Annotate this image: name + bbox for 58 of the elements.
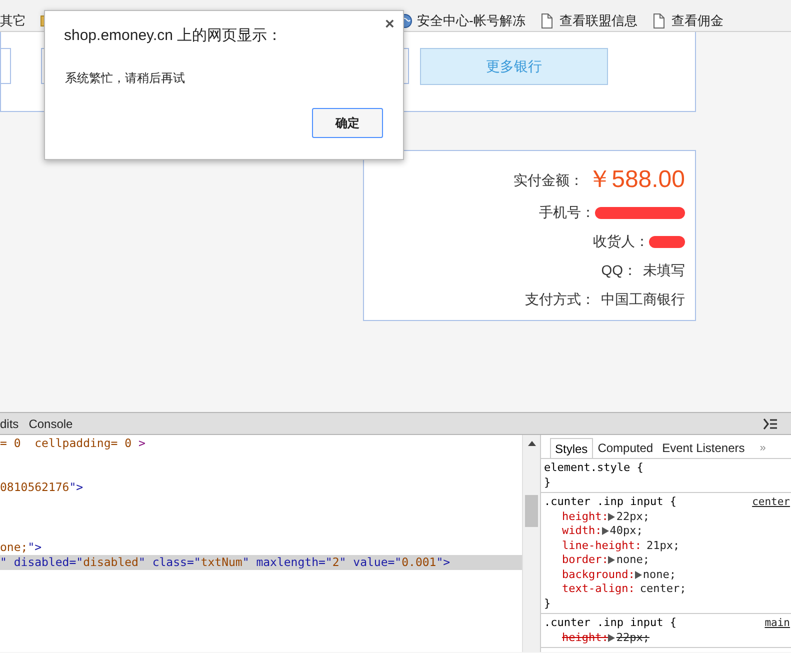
expand-arrow-icon[interactable] [608,556,616,564]
expand-arrow-icon[interactable] [608,634,616,642]
summary-label: 实付金额： [514,170,584,190]
css-property[interactable]: background: [562,568,635,582]
summary-label: 收货人： [593,232,649,251]
drawer-icon[interactable] [763,418,778,430]
bookmark-label[interactable]: 安全中心-帐号解冻 [417,10,526,30]
devtools-tab[interactable]: dits [0,414,21,432]
expand-arrow-icon[interactable] [608,512,616,521]
page-icon[interactable] [539,12,556,28]
css-property[interactable]: width: [562,524,602,538]
code-line[interactable]: one;"> [0,540,42,554]
css-value[interactable]: none; [616,553,650,568]
summary-value: 未填写 [643,261,685,280]
redaction-mark [649,236,685,248]
source-link[interactable]: center [752,495,790,510]
summary-label: 支付方式： [525,290,595,309]
more-tabs-icon[interactable]: » [760,438,766,458]
code-line[interactable]: = 0 cellpadding= 0 > [0,436,146,450]
css-selector: .cunter .inp input { [544,616,676,630]
summary-value: 中国工商银行 [601,290,685,309]
scroll-up-icon[interactable] [528,441,536,446]
css-value[interactable]: none; [642,568,676,582]
expand-arrow-icon[interactable] [602,527,610,536]
styles-tab[interactable]: Computed [594,438,658,458]
scrollbar[interactable] [522,435,540,652]
bookmark-link[interactable]: 其它 [0,10,26,30]
scrollbar-thumb[interactable] [525,495,538,527]
ok-button[interactable]: 确定 [312,108,383,138]
styles-tab[interactable]: Styles [550,438,593,458]
dialog-message: 系统繁忙，请稍后再试 [65,70,185,87]
css-value[interactable]: 40px; [610,524,643,538]
page-icon[interactable] [651,12,668,28]
dialog-title: shop.emoney.cn 上的网页显示： [64,26,282,46]
source-link[interactable]: main [764,616,790,630]
expand-arrow-icon[interactable] [634,570,643,579]
amount-value: ￥588.00 [588,168,685,192]
css-property[interactable]: text-align: [562,582,635,596]
css-value[interactable]: 22px; [616,510,650,524]
close-button[interactable]: × [384,17,396,33]
code-line[interactable]: 0810562176"> [0,480,84,494]
css-value[interactable]: 22px; [616,630,650,645]
summary-label: QQ： [601,261,637,280]
css-selector: .cunter .inp input { [544,495,676,510]
bookmark-label[interactable]: 查看联盟信息 [559,10,638,30]
css-property[interactable]: height: [562,630,608,645]
bookmark-label[interactable]: 查看佣金 [671,10,724,30]
css-value[interactable]: 21px; [646,538,680,553]
summary-label: 手机号： [539,203,595,222]
css-selector: element.style { [544,461,644,476]
devtools-tab[interactable]: Console [26,414,75,432]
css-property[interactable]: line-height: [562,538,642,553]
styles-tab[interactable]: Event Listeners [658,438,749,458]
css-value[interactable]: center; [640,582,686,596]
closing-brace: } [544,596,552,611]
closing-brace: } [544,476,552,490]
css-property[interactable]: border: [562,553,608,568]
css-property[interactable]: height: [562,510,608,524]
